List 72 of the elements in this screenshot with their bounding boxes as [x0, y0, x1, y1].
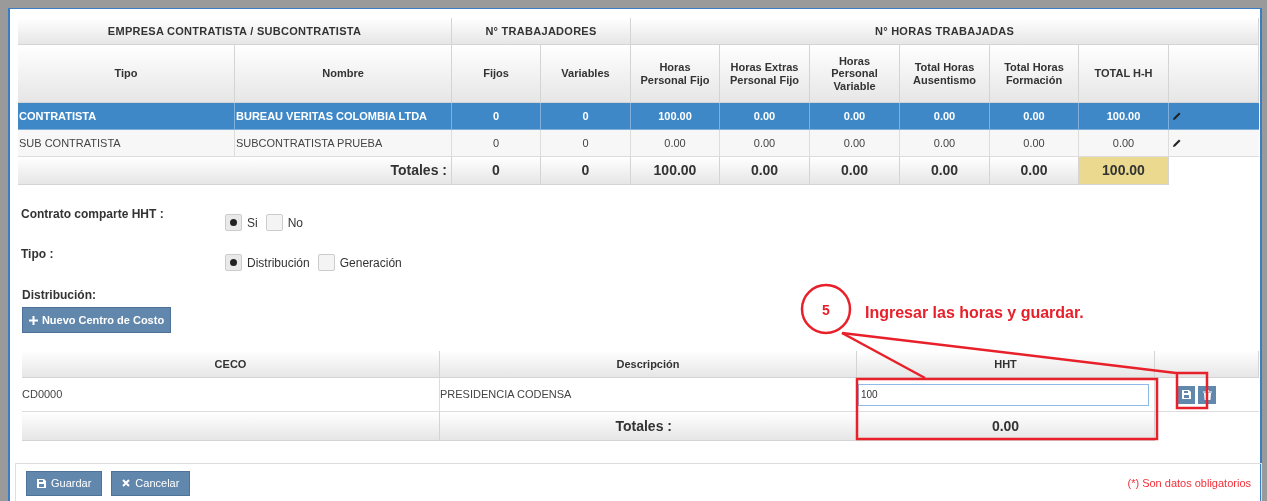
highlight-frame	[1175, 371, 1209, 410]
total-cell: 100.00	[631, 157, 720, 185]
column-header: Horas Personal Variable	[810, 45, 900, 103]
column-header: Horas Extras Personal Fijo	[720, 45, 810, 103]
required-note: (*) Son datos obligatorios	[1127, 475, 1251, 491]
table-cell[interactable]: 0.00	[900, 103, 990, 130]
total-cell: 0.00	[990, 157, 1079, 185]
option-label: Contrato comparte HHT :	[21, 206, 165, 223]
table-cell[interactable]: 0	[452, 130, 541, 157]
totals-label: Totales :	[18, 157, 452, 185]
radio-button[interactable]	[265, 214, 283, 231]
section-label: Distribución:	[22, 287, 97, 304]
table-cell[interactable]: 0.00	[990, 103, 1079, 130]
option-text: No	[287, 214, 303, 232]
column-header: Total Horas Ausentismo	[900, 45, 990, 103]
column-group-header: N° HORAS TRABAJADAS	[631, 18, 1259, 45]
table-cell[interactable]: SUBCONTRATISTA PRUEBA	[235, 130, 452, 157]
close-icon	[122, 479, 131, 487]
column-header: Tipo	[18, 45, 235, 103]
column-header: TOTAL H-H	[1079, 45, 1169, 103]
table-cell[interactable]: 0.00	[990, 130, 1079, 157]
table-cell[interactable]: 0.00	[720, 103, 810, 130]
option-text: Distribución	[247, 254, 310, 272]
plus-icon	[28, 315, 38, 325]
total-cell: 0	[452, 157, 541, 185]
column-header: Nombre	[235, 45, 452, 103]
option-text: Generación	[339, 254, 402, 272]
column-group-header: N° TRABAJADORES	[452, 18, 631, 45]
table-cell[interactable]: 0	[452, 103, 541, 130]
table-cell[interactable]: 100.00	[1079, 103, 1169, 130]
trash-icon	[1202, 389, 1212, 400]
table-cell[interactable]: 0.00	[810, 130, 900, 157]
column-header: Total Horas Formación	[990, 45, 1079, 103]
radio-button[interactable]	[225, 214, 242, 231]
option-text: Si	[247, 214, 258, 232]
table-cell[interactable]: CONTRATISTA	[18, 103, 235, 130]
callout-circle	[800, 283, 852, 335]
annotation-text: Ingresar las horas y guardar.	[865, 303, 1084, 323]
total-cell: 0.00	[900, 157, 990, 185]
table-cell[interactable]: 0	[541, 103, 631, 130]
step-number: 5	[822, 302, 830, 318]
total-cell: 100.00	[1079, 157, 1169, 185]
option-label: Tipo :	[21, 246, 55, 263]
cancel-button[interactable]: Cancelar	[111, 470, 191, 496]
hht-input-field[interactable]: 100	[858, 383, 1149, 406]
save-icon	[1181, 390, 1191, 399]
column-header: HHT	[857, 351, 1155, 378]
radio-button[interactable]	[317, 254, 335, 271]
total-cell: 0.00	[810, 157, 900, 185]
total-cell: 0	[541, 157, 631, 185]
radio-button[interactable]	[225, 254, 242, 271]
total-cell: 0.00	[857, 412, 1155, 441]
column-header: Horas Personal Fijo	[631, 45, 720, 103]
table-cell[interactable]: 0.00	[720, 130, 810, 157]
table-cell[interactable]: 0	[541, 130, 631, 157]
table-cell[interactable]: 0.00	[810, 103, 900, 130]
column-header: CECO	[22, 351, 440, 378]
column-header: Descripción	[440, 351, 857, 378]
table-cell[interactable]: 0.00	[631, 130, 720, 157]
table-cell[interactable]: 0.00	[900, 130, 990, 157]
column-header: Fijos	[452, 45, 541, 103]
total-cell: 0.00	[720, 157, 810, 185]
table-cell[interactable]: BUREAU VERITAS COLOMBIA LTDA	[235, 103, 452, 130]
column-group-header: EMPRESA CONTRATISTA / SUBCONTRATISTA	[18, 18, 452, 45]
pencil-icon[interactable]	[1172, 138, 1182, 148]
new-cost-center-button[interactable]: Nuevo Centro de Costo	[22, 307, 171, 333]
save-button[interactable]: Guardar	[26, 470, 103, 496]
table-cell[interactable]: 0.00	[1079, 130, 1169, 157]
column-header: Variables	[541, 45, 631, 103]
save-icon	[37, 478, 46, 488]
table-cell[interactable]: 100.00	[631, 103, 720, 130]
table-cell[interactable]: SUB CONTRATISTA	[18, 130, 235, 157]
